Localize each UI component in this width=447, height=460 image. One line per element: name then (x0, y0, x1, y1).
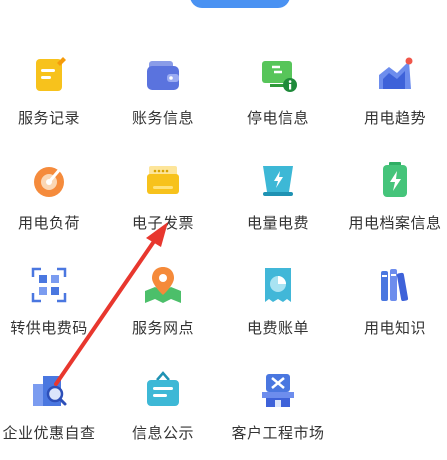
grid-item-customer-engineering-market[interactable]: 客户工程市场 (222, 370, 334, 460)
energy-cup-icon (258, 160, 298, 200)
grid-item-label: 服务记录 (17, 109, 80, 127)
building-search-icon (29, 370, 69, 410)
grid-item-label: 服务网点 (131, 319, 194, 337)
notepad-icon (29, 55, 69, 95)
power-outage-icon (258, 55, 298, 95)
bill-pie-icon (258, 265, 298, 305)
grid-item-e-invoice[interactable]: 电子发票 (107, 160, 219, 250)
service-grid: 服务记录 账务信息 停电信息 用电趋势 用电负荷 电子发票 电量电费 用电档案信… (0, 0, 447, 453)
grid-item-label: 停电信息 (246, 109, 309, 127)
grid-item-label: 信息公示 (131, 424, 194, 442)
grid-item-label: 电费账单 (246, 319, 309, 337)
grid-item-label: 电量电费 (246, 214, 309, 232)
grid-item-service-outlets[interactable]: 服务网点 (107, 265, 219, 355)
grid-item-usage-knowledge[interactable]: 用电知识 (339, 265, 447, 355)
wallet-icon (143, 55, 183, 95)
grid-item-label: 用电负荷 (17, 214, 80, 232)
grid-item-outage-info[interactable]: 停电信息 (222, 55, 334, 145)
grid-item-label: 企业优惠自查 (2, 424, 96, 442)
battery-file-icon (375, 160, 415, 200)
books-icon (375, 265, 415, 305)
map-pin-icon (143, 265, 183, 305)
grid-item-transfer-code[interactable]: 转供电费码 (0, 265, 105, 355)
grid-item-enterprise-discount[interactable]: 企业优惠自查 (0, 370, 105, 460)
grid-item-label: 转供电费码 (10, 319, 88, 337)
grid-item-info-disclosure[interactable]: 信息公示 (107, 370, 219, 460)
grid-item-energy-fee[interactable]: 电量电费 (222, 160, 334, 250)
notice-board-icon (143, 370, 183, 410)
grid-item-usage-archive[interactable]: 用电档案信息 (339, 160, 447, 250)
grid-item-label: 电子发票 (131, 214, 194, 232)
grid-item-label: 账务信息 (131, 109, 194, 127)
grid-item-load[interactable]: 用电负荷 (0, 160, 105, 250)
grid-item-service-record[interactable]: 服务记录 (0, 55, 105, 145)
gauge-icon (29, 160, 69, 200)
grid-item-electricity-bill[interactable]: 电费账单 (222, 265, 334, 355)
grid-item-label: 客户工程市场 (231, 424, 325, 442)
trend-chart-icon (375, 55, 415, 95)
grid-item-billing-info[interactable]: 账务信息 (107, 55, 219, 145)
tools-shop-icon (258, 370, 298, 410)
qr-code-icon (29, 265, 69, 305)
invoice-icon (143, 160, 183, 200)
grid-item-usage-trend[interactable]: 用电趋势 (339, 55, 447, 145)
grid-item-label: 用电趋势 (363, 109, 426, 127)
grid-item-label: 用电知识 (363, 319, 426, 337)
grid-item-label: 用电档案信息 (348, 214, 442, 232)
